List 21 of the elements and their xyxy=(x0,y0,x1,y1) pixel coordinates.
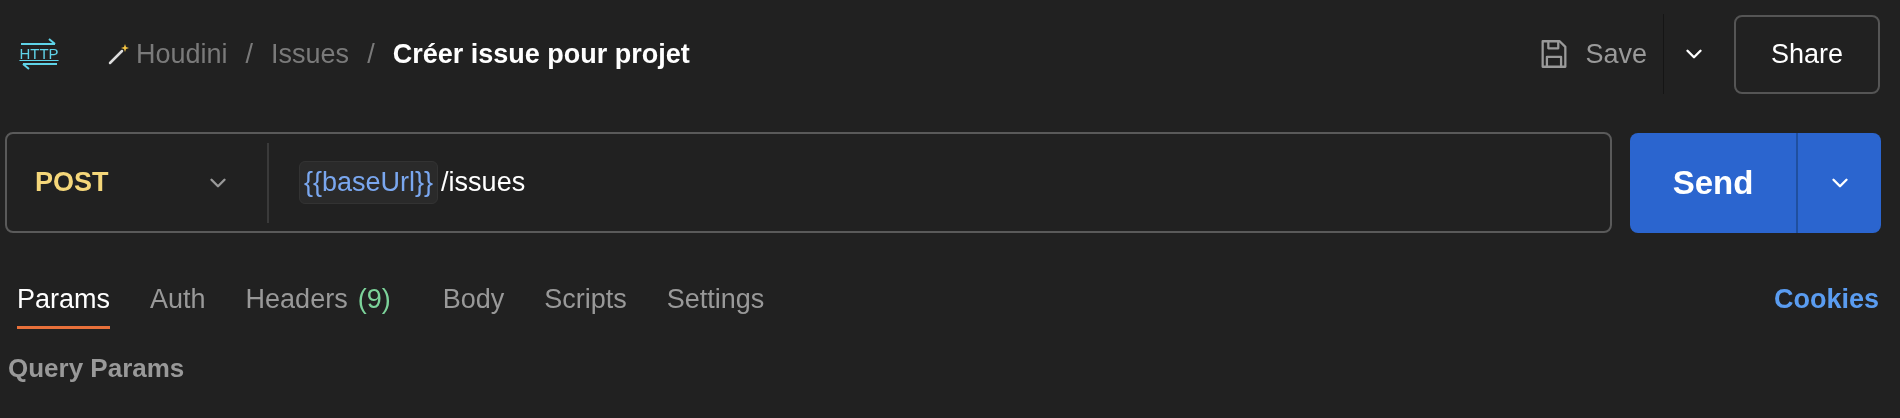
url-bar[interactable]: POST {{baseUrl}} /issues xyxy=(5,132,1612,233)
tab[interactable]: Auth xyxy=(150,279,206,329)
method-select[interactable]: POST xyxy=(7,162,267,203)
url-path: /issues xyxy=(441,166,526,200)
magic-wand-icon xyxy=(108,43,130,65)
breadcrumb-link[interactable]: Issues xyxy=(271,33,350,75)
breadcrumb-separator: / xyxy=(367,37,375,71)
cookies-link[interactable]: Cookies xyxy=(1773,279,1879,320)
tab[interactable]: Body xyxy=(442,279,505,329)
section-title: Query Params xyxy=(7,352,186,385)
tab[interactable]: Settings xyxy=(666,279,765,329)
breadcrumb-link[interactable]: Houdini xyxy=(136,33,228,75)
save-button[interactable]: Save xyxy=(1537,33,1647,75)
breadcrumb-separator: / xyxy=(245,37,254,71)
tab[interactable]: Scripts xyxy=(544,279,627,329)
share-button[interactable]: Share xyxy=(1734,14,1880,94)
request-title: Créer issue pour projet xyxy=(392,37,690,71)
protocol-label: HTTP xyxy=(19,46,59,62)
tab[interactable]: Params xyxy=(17,279,111,329)
tab[interactable]: Headers (9) xyxy=(245,279,403,329)
variable-chip: {{baseUrl}} xyxy=(299,161,439,204)
